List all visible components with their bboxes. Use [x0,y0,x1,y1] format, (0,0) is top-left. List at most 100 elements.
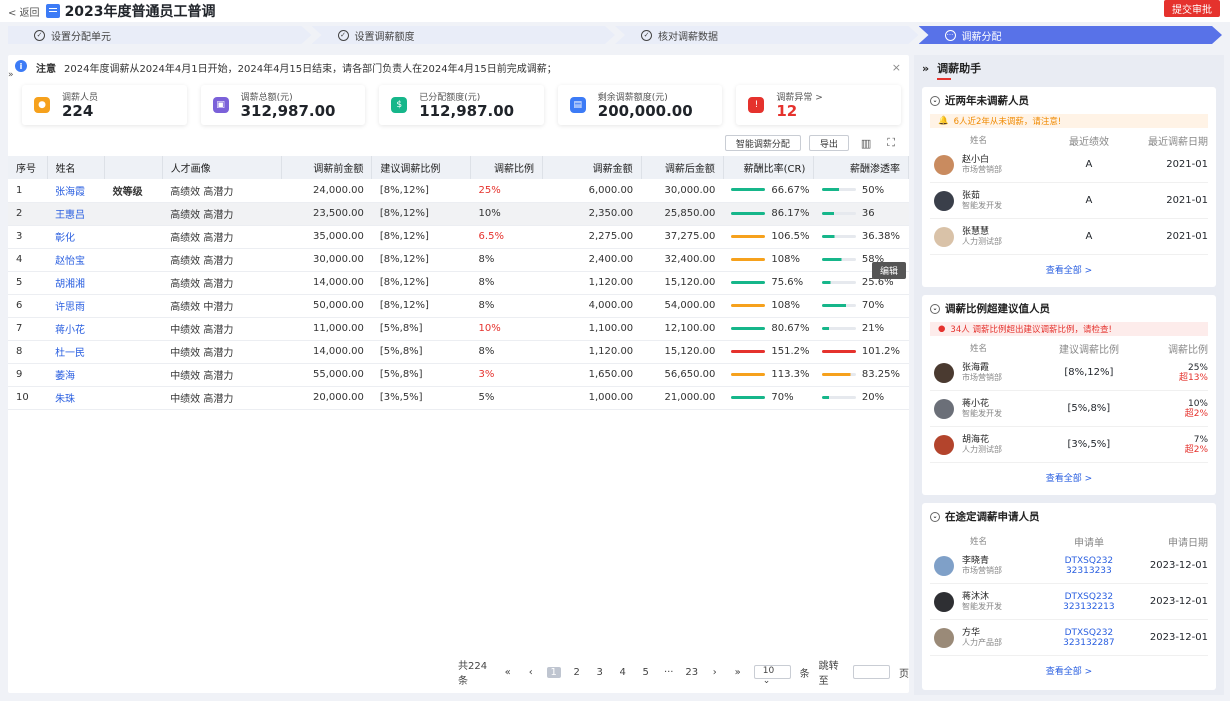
table-row[interactable]: 5 胡湘湘 高绩效 高潜力 14,000.00 [8%,12%] 8% 1,120.00 15… [8,271,909,295]
col-header[interactable]: 薪酬比率(CR) [723,156,815,179]
person-name[interactable]: 蒋小花 [962,399,1002,409]
col-header[interactable]: 薪酬渗透率 [813,156,909,179]
rating-overlay [104,294,163,318]
collapse-icon[interactable]: » [922,62,929,75]
list-item[interactable]: 张茹 智能发开发 A 2021-01 [930,183,1208,219]
table-row[interactable]: 1 张海霞 效等级 高绩效 高潜力 24,000.00 [8%,12%] 25% 6,000.… [8,179,909,203]
fullscreen-icon[interactable]: ⛶ [883,136,899,150]
smart-allocate-button[interactable]: 智能调薪分配 [724,135,801,151]
table-row[interactable]: 6 许思雨 高绩效 中潜力 50,000.00 [8%,12%] 8% 4,000.00 54… [8,294,909,318]
list-item[interactable]: 方华 人力产品部 DTXSQ232 323132287 2023-12-01 [930,620,1208,656]
person-name[interactable]: 李晓青 [962,556,1002,566]
employee-name-link[interactable]: 萎海 [47,363,105,387]
raise-ratio[interactable]: 10% [470,317,543,341]
summary-card[interactable]: ! 调薪异常 >12 [736,85,901,125]
raise-ratio[interactable]: 8% [470,271,543,295]
edit-tooltip[interactable]: 编辑 [872,262,907,279]
person-name[interactable]: 张海霞 [962,363,1002,373]
person-name[interactable]: 胡海花 [962,435,1002,445]
employee-name-link[interactable]: 朱珠 [47,386,105,410]
raise-ratio[interactable]: 6.5% [470,225,543,249]
page-size-select[interactable]: 10 ⌄ [753,665,791,686]
chevron-down-icon[interactable]: ⌄ [930,511,940,522]
form-link[interactable]: DTXSQ232 32313233 [1049,556,1128,576]
col-header[interactable]: 人才画像 [162,156,282,179]
employee-name-link[interactable]: 许思雨 [47,294,105,318]
list-item[interactable]: 赵小白 市场营销部 A 2021-01 [930,147,1208,183]
list-item[interactable]: 李晓青 市场营销部 DTXSQ232 32313233 2023-12-01 [930,548,1208,584]
col-header[interactable]: 建议调薪比例 [371,156,472,179]
col-header[interactable]: 调薪前金额 [281,156,373,179]
person-name[interactable]: 赵小白 [962,155,1002,165]
page-button[interactable]: 1 [546,666,561,678]
raise-ratio[interactable]: 3% [470,363,543,387]
raise-ratio[interactable]: 25% [470,179,543,203]
page-button[interactable]: 5 [639,667,653,678]
raise-ratio[interactable]: 8% [470,340,543,364]
form-link[interactable]: DTXSQ232 323132287 [1049,628,1128,648]
list-item[interactable]: 胡海花 人力测试部 [3%,5%] 7% 超2% [930,427,1208,463]
step-1[interactable]: ✓ 设置分配单元 [8,26,312,44]
table-row[interactable]: 8 杜一民 中绩效 高潜力 14,000.00 [5%,8%] 8% 1,120.00 15,… [8,340,909,364]
list-item[interactable]: 张海霞 市场营销部 [8%,12%] 25% 超13% [930,355,1208,391]
view-all-link[interactable]: 查看全部 > [930,664,1208,677]
list-item[interactable]: 蒋沐沐 智能发开发 DTXSQ232 323132213 2023-12-01 [930,584,1208,620]
next-page-icon[interactable]: › [708,667,722,678]
employee-name-link[interactable]: 赵怡宝 [47,248,105,272]
person-name[interactable]: 张茹 [962,191,1002,201]
person-name[interactable]: 蒋沐沐 [962,592,1002,602]
employee-name-link[interactable]: 彰化 [47,225,105,249]
list-item[interactable]: 蒋小花 智能发开发 [5%,8%] 10% 超2% [930,391,1208,427]
col-header[interactable]: 调薪比例 [470,156,543,179]
close-icon[interactable]: × [892,61,901,74]
employee-name-link[interactable]: 杜一民 [47,340,105,364]
table-row[interactable]: 3 彰化 高绩效 高潜力 35,000.00 [8%,12%] 6.5% 2,275.00 3… [8,225,909,249]
view-all-link[interactable]: 查看全部 > [930,471,1208,484]
table-row[interactable]: 9 萎海 中绩效 高潜力 55,000.00 [5%,8%] 3% 1,650.00 56,6… [8,363,909,387]
export-button[interactable]: 导出 [808,135,849,151]
table-row[interactable]: 4 赵怡宝 高绩效 高潜力 30,000.00 [8%,12%] 8% 2,400.00 32… [8,248,909,272]
prev-page-icon[interactable]: ‹ [524,667,538,678]
col-header[interactable]: 调薪后金额 [641,156,724,179]
page-button[interactable]: 3 [593,667,607,678]
chevron-down-icon[interactable]: ⌄ [930,303,940,314]
col-header[interactable] [104,156,163,179]
submit-approval-button[interactable]: 提交审批 [1164,0,1220,17]
employee-name-link[interactable]: 张海霞 [47,179,105,203]
employee-name-link[interactable]: 蒋小花 [47,317,105,341]
employee-name-link[interactable]: 王惠吕 [47,202,105,226]
page-button[interactable]: ··· [662,667,676,678]
table-row[interactable]: 7 蒋小花 中绩效 高潜力 11,000.00 [5%,8%] 10% 1,100.00 12… [8,317,909,341]
raise-ratio[interactable]: 8% [470,294,543,318]
last-page-icon[interactable]: » [731,667,745,678]
table-row[interactable]: 2 王惠吕 高绩效 高潜力 23,500.00 [8%,12%] 10% 2,350.00 2… [8,202,909,226]
form-link[interactable]: DTXSQ232 323132213 [1049,592,1128,612]
first-page-icon[interactable]: « [501,667,515,678]
back-link[interactable]: < 返回 [8,4,40,19]
employee-name-link[interactable]: 胡湘湘 [47,271,105,295]
table-row[interactable]: 10 朱珠 中绩效 高潜力 20,000.00 [3%,5%] 5% 1,000.00 21,… [8,386,909,410]
page-button[interactable]: 23 [685,667,699,678]
step-3[interactable]: ✓ 核对调薪数据 [615,26,919,44]
col-header[interactable]: 姓名 [47,156,106,179]
raise-amount: 1,120.00 [542,271,642,295]
page-button[interactable]: 4 [616,667,630,678]
step-4[interactable]: ··· 调薪分配 [919,26,1223,44]
step-2[interactable]: ✓ 设置调薪额度 [312,26,616,44]
page-button[interactable]: 2 [570,667,584,678]
raise-ratio[interactable]: 5% [470,386,543,410]
chevron-down-icon[interactable]: ⌄ [930,95,940,106]
view-all-link[interactable]: 查看全部 > [930,263,1208,276]
list-item[interactable]: 张慧慧 人力测试部 A 2021-01 [930,219,1208,255]
col-header[interactable]: 序号 [8,156,48,179]
expand-icon[interactable]: » [8,70,14,80]
raise-ratio[interactable]: 10% [470,202,543,226]
post-salary: 30,000.00 [641,179,724,203]
col-header[interactable]: 调薪金额 [542,156,642,179]
cr-bar [731,234,766,238]
jump-input[interactable] [853,665,890,679]
person-name[interactable]: 方华 [962,628,1002,638]
raise-ratio[interactable]: 8% [470,248,543,272]
person-name[interactable]: 张慧慧 [962,227,1002,237]
chart-icon[interactable]: ▥ [857,137,875,150]
